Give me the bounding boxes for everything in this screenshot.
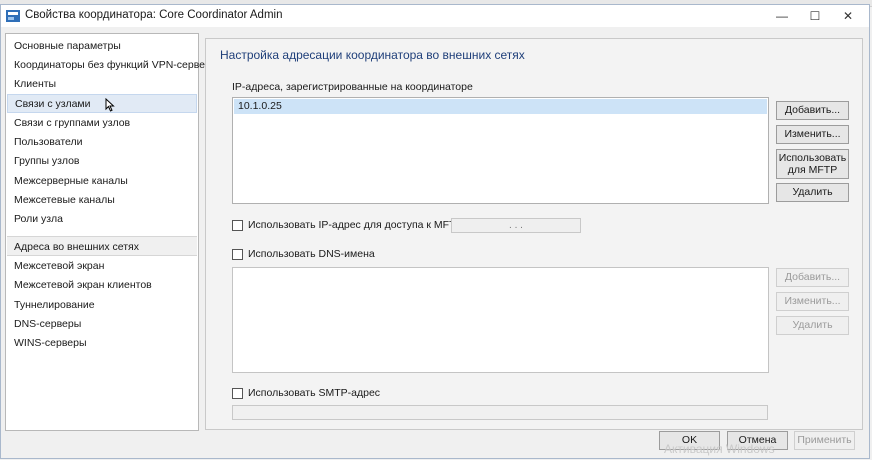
- dns-checkbox[interactable]: [232, 249, 243, 260]
- sidebar-item-internetwork-channels[interactable]: Межсетевые каналы: [7, 191, 197, 210]
- sidebar-item-firewall[interactable]: Межсетевой экран: [7, 257, 197, 276]
- dns-add-button[interactable]: Добавить...: [776, 268, 849, 287]
- sidebar-item-dns-servers[interactable]: DNS-серверы: [7, 315, 197, 334]
- apply-button[interactable]: Применить: [794, 431, 855, 450]
- ip-address-list[interactable]: 10.1.0.25: [232, 97, 769, 204]
- dns-delete-button[interactable]: Удалить: [776, 316, 849, 335]
- use-for-mftp-line2: для MFTP: [787, 164, 838, 176]
- sidebar-item-wins-servers[interactable]: WINS-серверы: [7, 334, 197, 353]
- activation-watermark: Активация Windows: [664, 442, 775, 456]
- window-title: Свойства координатора: Core Coordinator …: [25, 9, 283, 21]
- minimize-button[interactable]: —: [765, 5, 799, 27]
- smtp-label: Использовать SMTP-адрес: [248, 387, 381, 399]
- sidebar-item-node-groups[interactable]: Группы узлов: [7, 152, 197, 171]
- close-button[interactable]: ✕: [831, 5, 865, 27]
- ip-delete-button[interactable]: Удалить: [776, 183, 849, 202]
- mftp-label: Использовать IP-адрес для доступа к MFTP…: [248, 219, 466, 231]
- dns-name-list[interactable]: [232, 267, 769, 373]
- sidebar-item-client-firewall[interactable]: Межсетевой экран клиентов: [7, 276, 197, 295]
- ip-add-button[interactable]: Добавить...: [776, 101, 849, 120]
- sidebar-item-tunneling[interactable]: Туннелирование: [7, 296, 197, 315]
- sidebar-item-node-links[interactable]: Связи с узлами: [7, 94, 197, 113]
- maximize-button[interactable]: ☐: [798, 5, 832, 27]
- mftp-checkbox[interactable]: [232, 220, 243, 231]
- ip-list-label: IP-адреса, зарегистрированные на координ…: [232, 81, 473, 93]
- panel-title: Настройка адресации координатора во внеш…: [220, 48, 525, 62]
- dns-edit-button[interactable]: Изменить...: [776, 292, 849, 311]
- title-bar[interactable]: Свойства координатора: Core Coordinator …: [1, 5, 869, 27]
- sidebar-item-node-roles[interactable]: Роли узла: [7, 210, 197, 229]
- smtp-checkbox[interactable]: [232, 388, 243, 399]
- settings-sidebar: Основные параметры Координаторы без функ…: [5, 33, 217, 431]
- properties-dialog: Свойства координатора: Core Coordinator …: [0, 4, 870, 459]
- dns-label: Использовать DNS-имена: [248, 248, 375, 260]
- mftp-ip-field[interactable]: . . .: [451, 218, 581, 233]
- smtp-address-field[interactable]: [232, 405, 768, 420]
- sidebar-item-clients[interactable]: Клиенты: [7, 75, 197, 94]
- sidebar-item-general[interactable]: Основные параметры: [7, 37, 197, 56]
- ip-edit-button[interactable]: Изменить...: [776, 125, 849, 144]
- sidebar-item-users[interactable]: Пользователи: [7, 133, 197, 152]
- sidebar-item-interserver-channels[interactable]: Межсерверные каналы: [7, 172, 197, 191]
- list-item[interactable]: 10.1.0.25: [234, 99, 767, 114]
- settings-panel: Настройка адресации координатора во внеш…: [205, 38, 863, 430]
- app-icon: [6, 10, 20, 22]
- sidebar-item-group-links[interactable]: Связи с группами узлов: [7, 114, 197, 133]
- use-for-mftp-line1: Использовать: [778, 152, 847, 164]
- sidebar-item-coordinators-no-vpn[interactable]: Координаторы без функций VPN-сервера: [7, 56, 217, 75]
- mouse-cursor-icon: [105, 98, 115, 112]
- sidebar-section-external-addresses[interactable]: Адреса во внешних сетях: [7, 236, 197, 256]
- use-for-mftp-button[interactable]: Использовать для MFTP: [776, 149, 849, 179]
